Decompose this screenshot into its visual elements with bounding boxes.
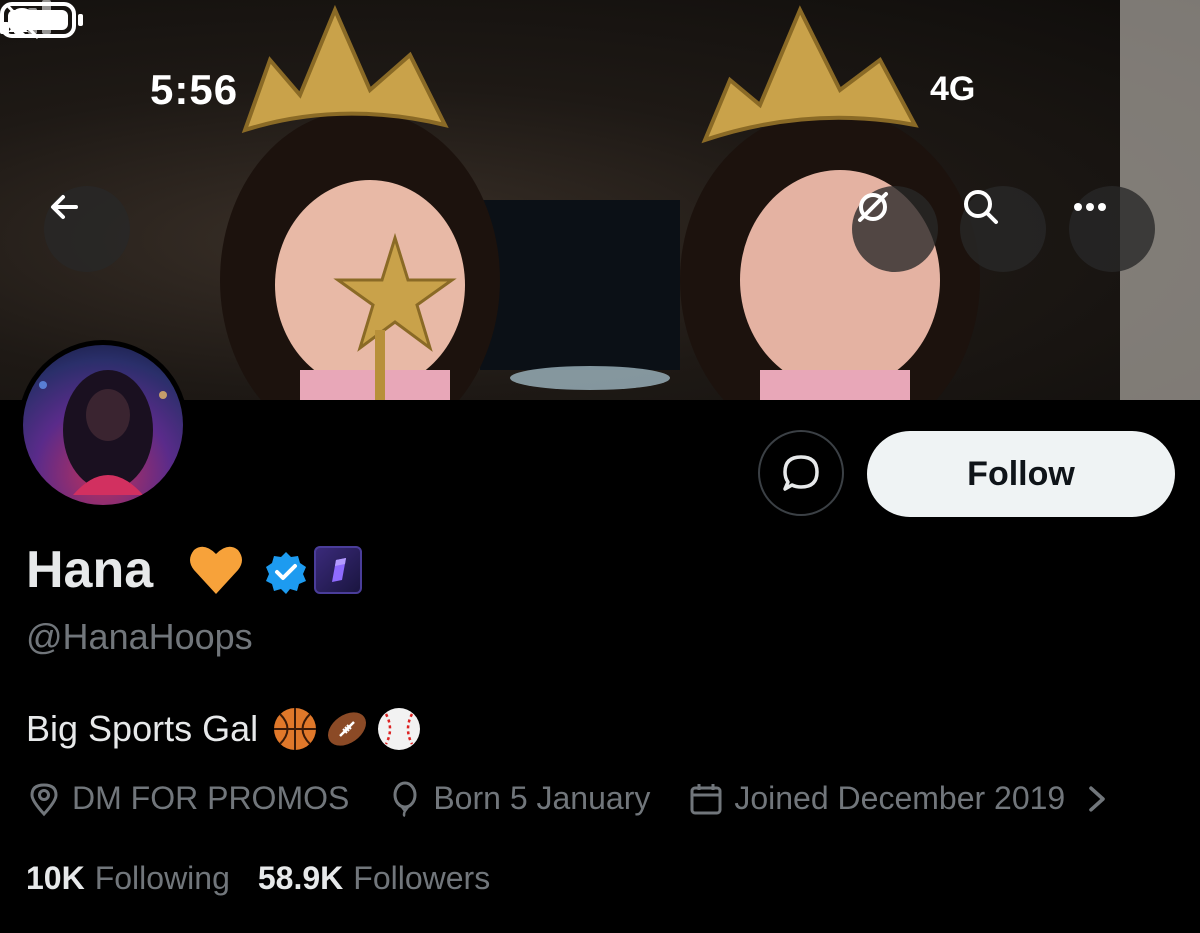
location-item: DM FOR PROMOS <box>26 780 349 817</box>
birthday-text: Born 5 January <box>433 780 651 816</box>
baseball-icon <box>378 708 421 750</box>
location-text: DM FOR PROMOS <box>72 780 350 816</box>
follow-stats: 10K Following 58.9K Followers <box>26 860 518 897</box>
bio-text: Big Sports Gal <box>26 708 259 749</box>
search-icon <box>964 190 998 224</box>
message-button[interactable] <box>758 430 844 516</box>
joined-text: Joined December 2019 <box>734 780 1066 816</box>
profile-meta: DM FOR PROMOS Born 5 January Joined Dece… <box>26 780 1125 817</box>
chevron-right-icon <box>1089 785 1106 812</box>
football-icon <box>328 712 367 746</box>
back-button[interactable] <box>44 186 130 272</box>
grok-slash-icon <box>858 192 888 222</box>
avatar-image <box>23 345 183 505</box>
more-button[interactable] <box>1069 186 1155 272</box>
following-label: Following <box>94 860 230 896</box>
orange-heart-icon <box>190 546 242 594</box>
followers-count: 58.9K <box>257 860 344 896</box>
bio: Big Sports Gal <box>26 706 422 752</box>
arrow-left-icon <box>51 195 78 219</box>
profile-banner[interactable]: 5:56 4G <box>0 0 1200 400</box>
location-pin-icon <box>30 782 58 816</box>
avatar[interactable] <box>18 340 188 510</box>
followers-label: Followers <box>353 860 491 896</box>
handle: @HanaHoops <box>26 616 253 657</box>
more-horizontal-icon <box>1074 203 1106 211</box>
network-label: 4G <box>930 70 976 108</box>
affiliate-badge-icon[interactable] <box>314 546 362 594</box>
birthday-item: Born 5 January <box>387 780 650 817</box>
basketball-icon <box>274 708 317 750</box>
follow-button[interactable]: Follow <box>867 431 1175 517</box>
search-button[interactable] <box>960 186 1046 272</box>
calendar-icon <box>690 783 722 814</box>
balloon-icon <box>393 781 417 817</box>
display-name: Hana <box>26 541 154 599</box>
joined-item[interactable]: Joined December 2019 <box>688 780 1125 817</box>
followers-link[interactable]: 58.9K Followers <box>258 860 490 897</box>
message-bubble-icon <box>783 455 819 491</box>
following-link[interactable]: 10K Following <box>26 860 230 897</box>
grok-button[interactable] <box>852 186 938 272</box>
following-count: 10K <box>26 860 85 896</box>
verified-badge-icon[interactable] <box>264 550 308 594</box>
battery-icon <box>0 2 83 38</box>
status-time: 5:56 <box>150 66 239 113</box>
